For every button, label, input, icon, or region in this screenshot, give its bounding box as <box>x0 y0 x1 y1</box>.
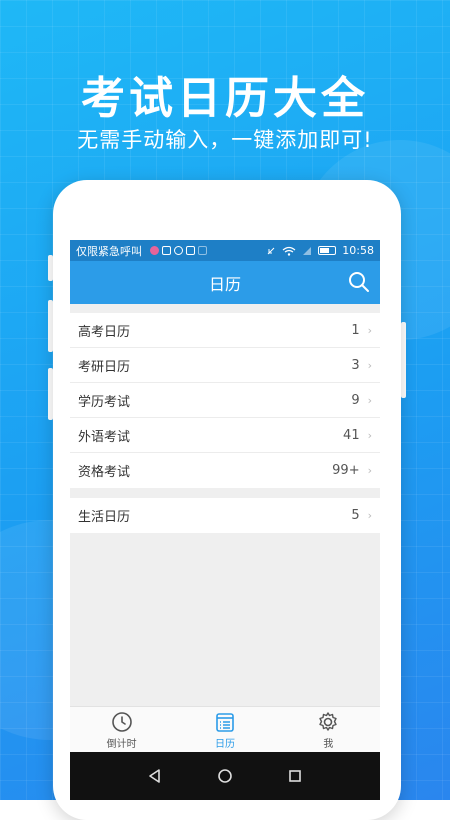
tab-label: 倒计时 <box>106 738 137 750</box>
tab-calendar[interactable]: 日历 <box>173 707 276 753</box>
sync-icon <box>174 246 183 255</box>
list-item-label: 高考日历 <box>78 324 131 340</box>
back-button[interactable] <box>142 763 168 789</box>
tab-label: 我 <box>323 738 334 750</box>
search-button[interactable] <box>346 269 372 295</box>
tab-me[interactable]: 我 <box>277 707 380 753</box>
chevron-right-icon: › <box>367 428 372 442</box>
list-item[interactable]: 资格考试 99+ › <box>70 453 380 488</box>
chevron-right-icon: › <box>367 393 372 407</box>
list-item-label: 学历考试 <box>78 394 131 410</box>
list-item[interactable]: 外语考试 41 › <box>70 418 380 453</box>
app-notification-icon <box>150 246 159 255</box>
wifi-icon <box>282 246 296 256</box>
recent-square-icon <box>289 770 301 782</box>
carrier-text: 仅限紧急呼叫 <box>76 244 142 258</box>
promo-subheadline: 无需手动输入，一键添加即可! <box>77 128 373 152</box>
list-item[interactable]: 高考日历 1 › <box>70 313 380 348</box>
recent-apps-button[interactable] <box>282 763 308 789</box>
home-circle-icon <box>218 769 232 783</box>
app-bar: 日历 <box>70 261 380 304</box>
exam-calendar-list: 高考日历 1 › 考研日历 3 › 学历考试 9 › 外语考试 41 › 资格考… <box>70 313 380 488</box>
search-icon <box>349 272 369 292</box>
list-item-label: 考研日历 <box>78 359 131 375</box>
image-icon <box>162 246 171 255</box>
calendar-list-icon <box>216 712 234 732</box>
download-icon <box>198 246 207 255</box>
signal-icon <box>303 246 312 255</box>
battery-icon <box>318 246 337 255</box>
list-item-count: 5 <box>351 508 360 523</box>
promo-headline: 考试日历大全 <box>81 73 369 124</box>
clock-icon <box>111 711 132 732</box>
list-item-count: 99+ <box>332 463 360 478</box>
list-item-label: 资格考试 <box>78 465 131 480</box>
phone-side-button <box>401 322 406 398</box>
list-item-count: 41 <box>343 427 360 443</box>
page-title: 日历 <box>208 274 241 294</box>
mail-icon <box>186 246 195 255</box>
list-item-count: 3 <box>351 357 360 373</box>
list-item[interactable]: 考研日历 3 › <box>70 348 380 383</box>
tab-countdown[interactable]: 倒计时 <box>70 707 173 753</box>
phone-screen: 仅限紧急呼叫 10:58 日历 高考日历 1 › 考研日历 3 › 学历考试 9… <box>70 240 380 800</box>
home-button[interactable] <box>212 763 238 789</box>
chevron-right-icon: › <box>367 358 372 372</box>
chevron-right-icon: › <box>367 509 372 522</box>
back-triangle-icon <box>149 769 160 783</box>
chevron-right-icon: › <box>367 464 372 477</box>
list-item[interactable]: 学历考试 9 › <box>70 383 380 418</box>
status-bar: 仅限紧急呼叫 10:58 <box>70 240 380 261</box>
list-item-label: 生活日历 <box>78 510 131 525</box>
list-item-label: 外语考试 <box>78 429 131 445</box>
tab-label: 日历 <box>214 738 235 750</box>
gear-icon <box>319 711 338 731</box>
list-item-count: 1 <box>351 322 360 338</box>
notification-icons <box>150 246 207 255</box>
list-item[interactable]: 生活日历 5 › <box>70 498 380 533</box>
mute-icon <box>267 247 275 254</box>
system-nav-bar <box>70 752 380 800</box>
life-calendar-list: 生活日历 5 › <box>70 498 380 533</box>
status-time: 10:58 <box>342 244 374 257</box>
list-item-count: 9 <box>351 392 360 408</box>
bottom-tab-bar: 倒计时 日历 我 <box>70 706 380 753</box>
chevron-right-icon: › <box>367 323 372 337</box>
